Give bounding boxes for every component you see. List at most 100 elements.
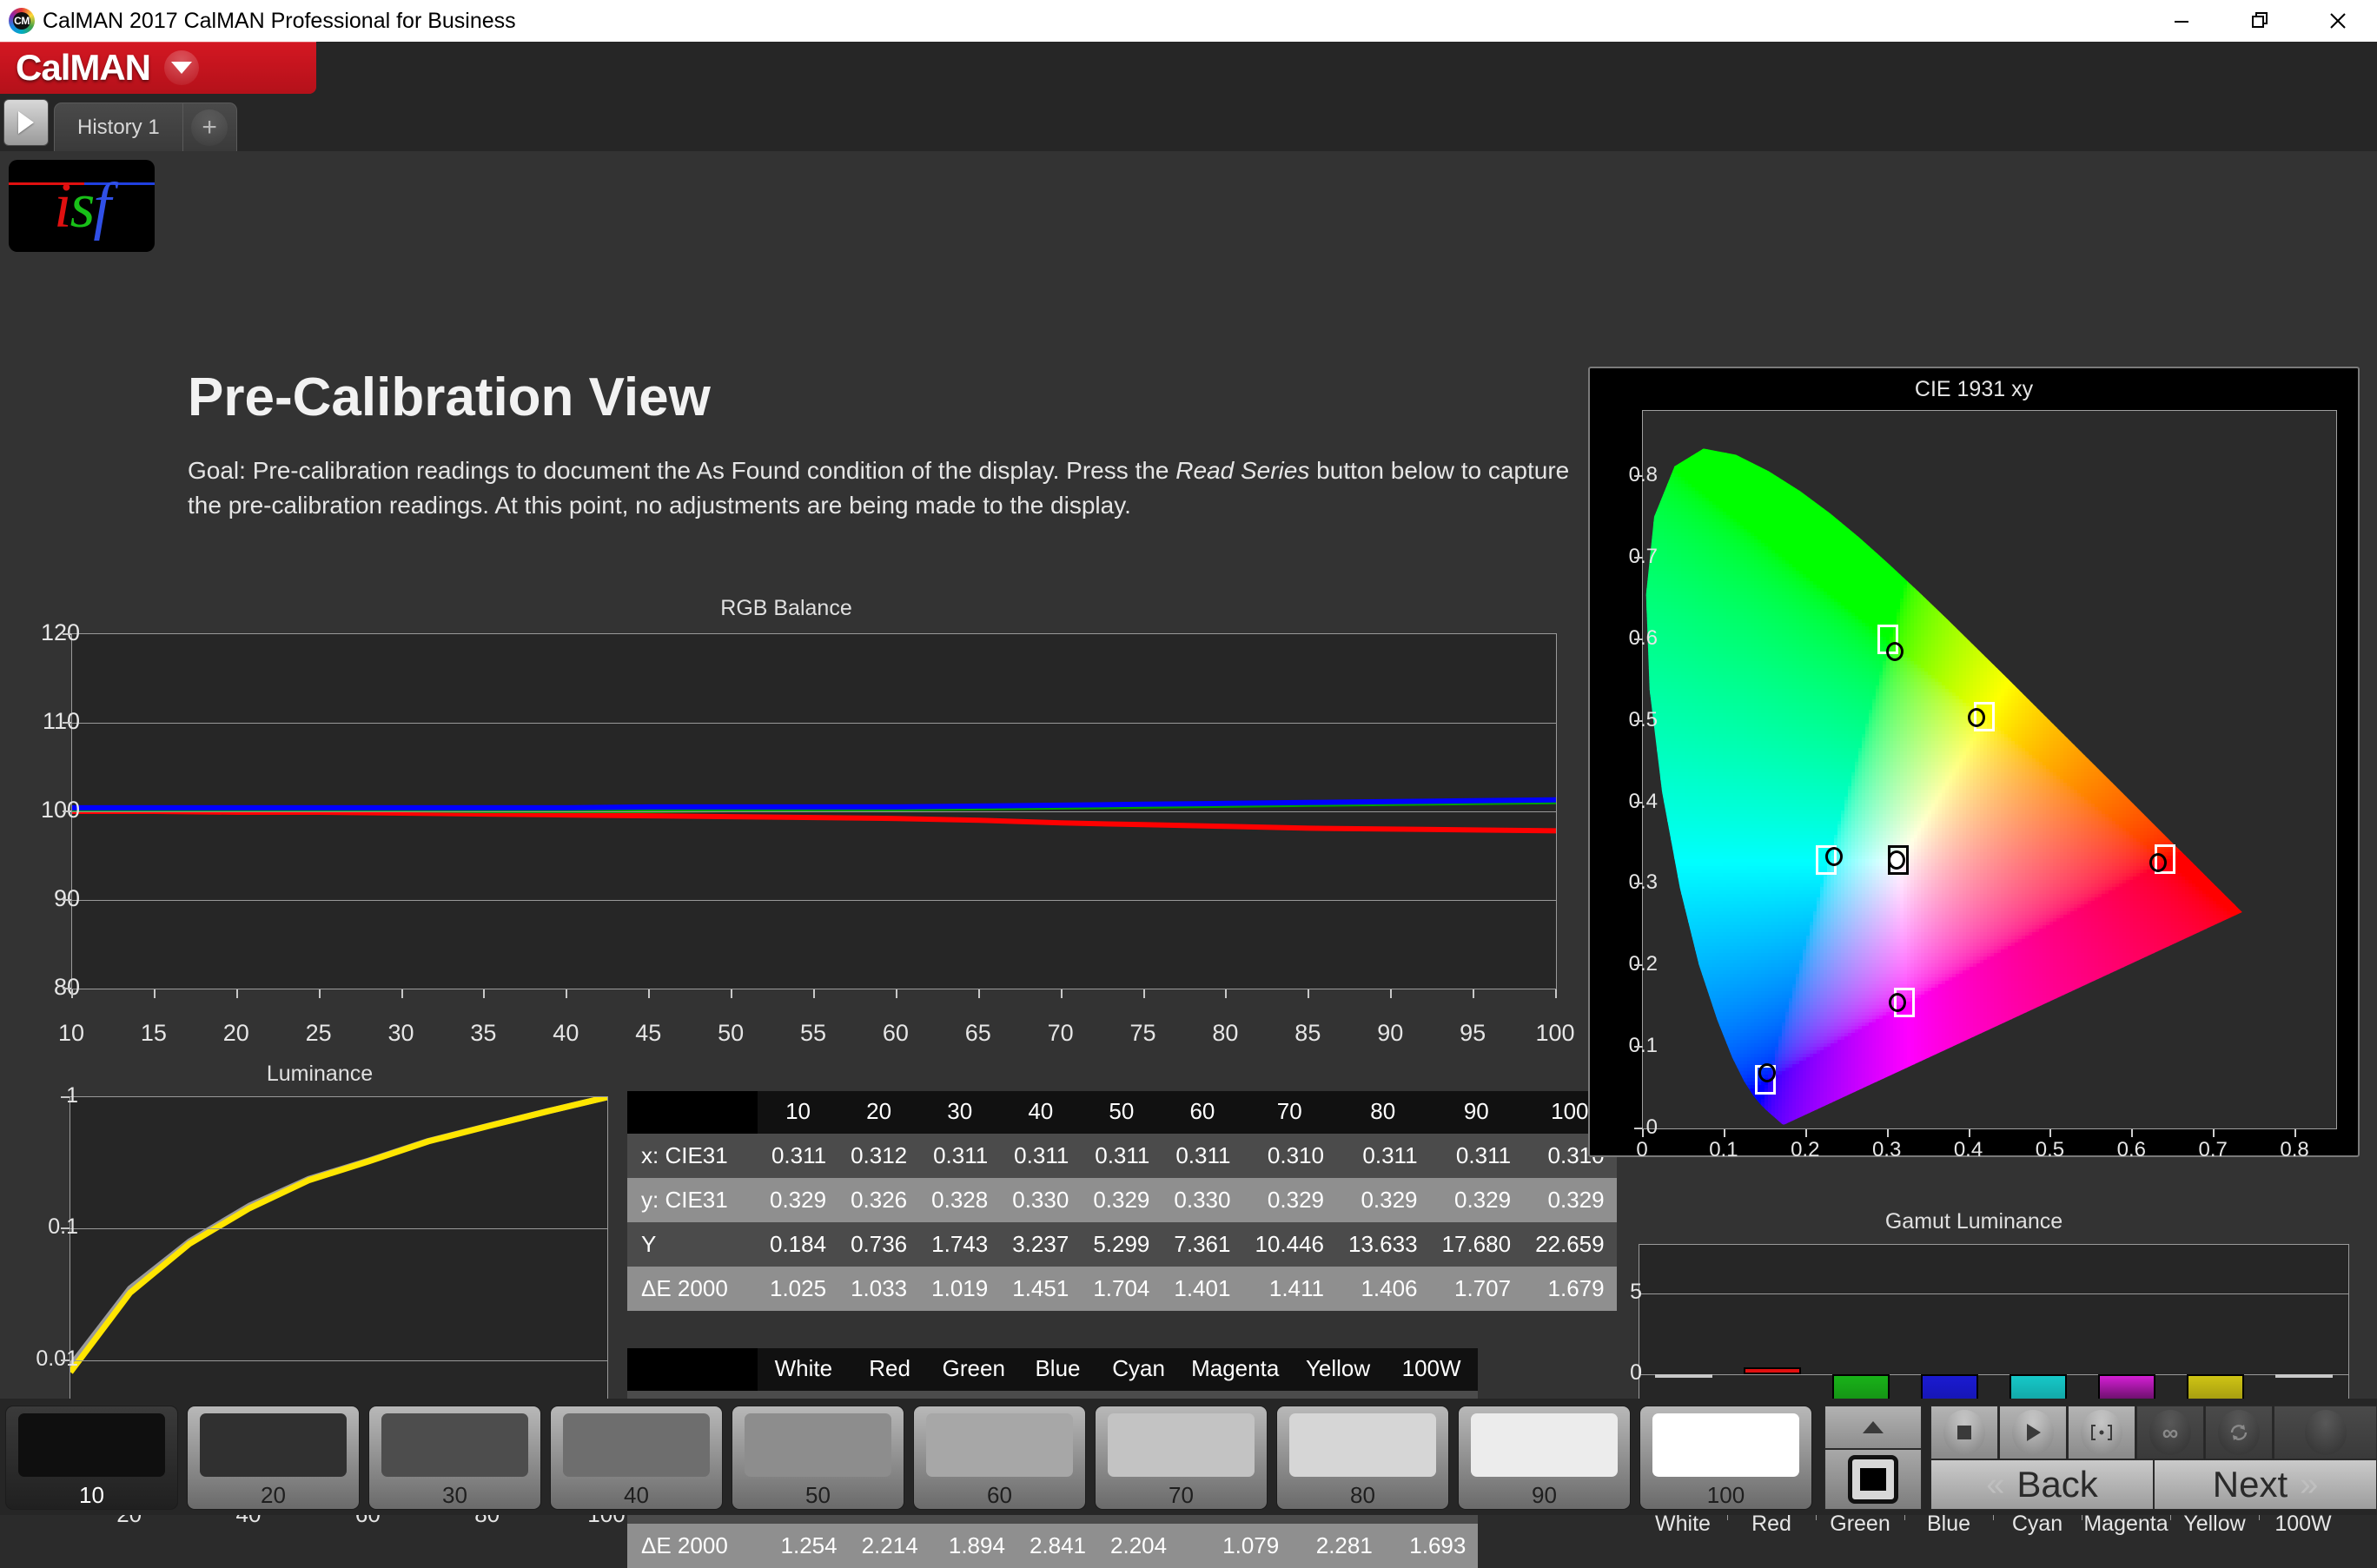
table-row-label: y: CIE31 xyxy=(627,1178,758,1222)
rgb-y-tick xyxy=(63,633,71,635)
cie-y-tick xyxy=(1634,1046,1643,1048)
table-cell: 0.329 xyxy=(758,1178,838,1222)
stop-button[interactable] xyxy=(1930,1406,1998,1459)
rgb-x-tick-label: 15 xyxy=(141,1020,167,1047)
minimize-button[interactable] xyxy=(2142,0,2221,42)
table-cell: 2.841 xyxy=(1017,1524,1098,1568)
rgb-x-tick xyxy=(1555,989,1557,998)
table-cell: 2.204 xyxy=(1098,1524,1179,1568)
restore-button[interactable] xyxy=(2221,0,2299,42)
rgb-balance-title: RGB Balance xyxy=(0,596,1573,621)
table-cell: 0.311 xyxy=(1000,1134,1081,1178)
calman-menu-button[interactable]: CalMAN xyxy=(0,42,316,94)
cie-y-tick xyxy=(1634,883,1643,884)
patch-10[interactable]: 10 xyxy=(5,1406,178,1510)
table-row-label: x: CIE31 xyxy=(627,1134,758,1178)
cie-gamut-shape xyxy=(1643,411,2336,1128)
table-cell: 1.079 xyxy=(1179,1524,1291,1568)
gamut-bar-100w xyxy=(2275,1374,2332,1378)
table-header-row: WhiteRedGreenBlueCyanMagentaYellow100W xyxy=(627,1348,1478,1391)
gamut-bar-red xyxy=(1744,1367,1800,1374)
cie-y-tick xyxy=(1634,557,1643,559)
patch-70[interactable]: 70 xyxy=(1095,1406,1268,1510)
table-cell: 2.281 xyxy=(1291,1524,1385,1568)
measure-button[interactable] xyxy=(2068,1406,2135,1459)
rgb-x-tick xyxy=(483,989,485,998)
table-cell: 0.311 xyxy=(1430,1134,1524,1178)
close-button[interactable] xyxy=(2299,0,2377,42)
rgb-x-tick xyxy=(566,989,567,998)
window-controls xyxy=(2142,0,2377,42)
table-cell: 0.311 xyxy=(758,1134,838,1178)
table-column-header: 80 xyxy=(1336,1091,1430,1134)
isf-glyph: isf xyxy=(54,174,109,238)
gamut-x-tick-label: Magenta xyxy=(2083,1512,2168,1537)
table-cell: 0.736 xyxy=(838,1222,919,1267)
table-cell: 1.411 xyxy=(1242,1267,1336,1311)
rgb-y-tick xyxy=(63,810,71,812)
patch-30[interactable]: 30 xyxy=(368,1406,541,1510)
patch-swatch xyxy=(1289,1413,1436,1477)
gamut-y-tick-label: 0 xyxy=(1590,1360,1642,1386)
cie-x-tick-label: 0.1 xyxy=(1709,1138,1738,1162)
patch-40[interactable]: 40 xyxy=(550,1406,723,1510)
rgb-x-tick xyxy=(1225,989,1227,998)
cie-x-tick xyxy=(1805,1129,1807,1137)
table-column-header: 50 xyxy=(1081,1091,1162,1134)
rgb-x-tick-label: 80 xyxy=(1212,1020,1238,1047)
cie-x-tick xyxy=(2131,1129,2133,1137)
table-corner xyxy=(627,1091,758,1134)
cie-y-tick-label: 0.5 xyxy=(1588,708,1658,732)
table-cell: 1.707 xyxy=(1430,1267,1524,1311)
cie-y-tick xyxy=(1634,802,1643,804)
patch-90[interactable]: 90 xyxy=(1458,1406,1631,1510)
chevron-down-icon[interactable] xyxy=(164,50,199,85)
rgb-x-tick xyxy=(896,989,897,998)
cie-x-tick xyxy=(1887,1129,1889,1137)
add-tab-button[interactable]: + xyxy=(183,103,237,151)
table-column-header: Red xyxy=(850,1348,930,1391)
table-cell: 1.401 xyxy=(1162,1267,1242,1311)
patch-label: 50 xyxy=(805,1482,831,1509)
app-icon xyxy=(9,8,35,34)
patch-100[interactable]: 100 xyxy=(1639,1406,1812,1510)
triangle-up-icon[interactable] xyxy=(1824,1406,1922,1449)
patch-20[interactable]: 20 xyxy=(187,1406,360,1510)
gamut-gridline xyxy=(1639,1293,2348,1294)
rgb-x-tick-label: 55 xyxy=(800,1020,826,1047)
tool-row: History 1 + Simulated Meter Simulated So… xyxy=(0,94,2377,151)
table-column-header: Cyan xyxy=(1098,1348,1179,1391)
patch-80[interactable]: 80 xyxy=(1276,1406,1449,1510)
gamut-y-tick-label: 5 xyxy=(1590,1280,1642,1305)
rgb-x-tick xyxy=(401,989,403,998)
table-cell: 0.330 xyxy=(1000,1178,1081,1222)
cie-y-tick xyxy=(1634,638,1643,640)
patch-60[interactable]: 60 xyxy=(913,1406,1086,1510)
next-button[interactable]: Next » xyxy=(2154,1459,2377,1510)
loop-button[interactable]: ∞ xyxy=(2136,1406,2204,1459)
table-cell: 0.328 xyxy=(919,1178,1000,1222)
patch-label: 70 xyxy=(1169,1482,1194,1509)
cie-x-tick-label: 0.5 xyxy=(2036,1138,2064,1162)
patch-50[interactable]: 50 xyxy=(732,1406,904,1510)
main-content: isf Pre-Calibration View Goal: Pre-calib… xyxy=(0,151,2377,1399)
blank-button[interactable] xyxy=(2274,1406,2377,1459)
rgb-gridline xyxy=(72,723,1556,724)
table-cell: 0.329 xyxy=(1242,1178,1336,1222)
play-button[interactable] xyxy=(1999,1406,2067,1459)
refresh-button[interactable] xyxy=(2205,1406,2273,1459)
rgb-x-tick-label: 70 xyxy=(1048,1020,1074,1047)
table-cell: 3.237 xyxy=(1000,1222,1081,1267)
cie-y-tick-label: 0.3 xyxy=(1588,870,1658,895)
pattern-window-icon[interactable] xyxy=(1824,1449,1922,1510)
cie-1931-chart: CIE 1931 xy 00.10.20.30.40.50.60.70.800.… xyxy=(1588,367,2360,1157)
rgb-x-tick-label: 85 xyxy=(1294,1020,1321,1047)
table-column-header: 30 xyxy=(919,1091,1000,1134)
workflow-play-button[interactable] xyxy=(3,99,49,146)
gamut-x-tick-label: Cyan xyxy=(2012,1512,2062,1537)
chevron-double-left-icon: « xyxy=(1986,1466,2004,1504)
rgb-x-tick-label: 60 xyxy=(883,1020,909,1047)
tab-history-1[interactable]: History 1 xyxy=(54,103,183,151)
patch-swatch xyxy=(200,1413,347,1477)
back-button[interactable]: « Back xyxy=(1930,1459,2154,1510)
